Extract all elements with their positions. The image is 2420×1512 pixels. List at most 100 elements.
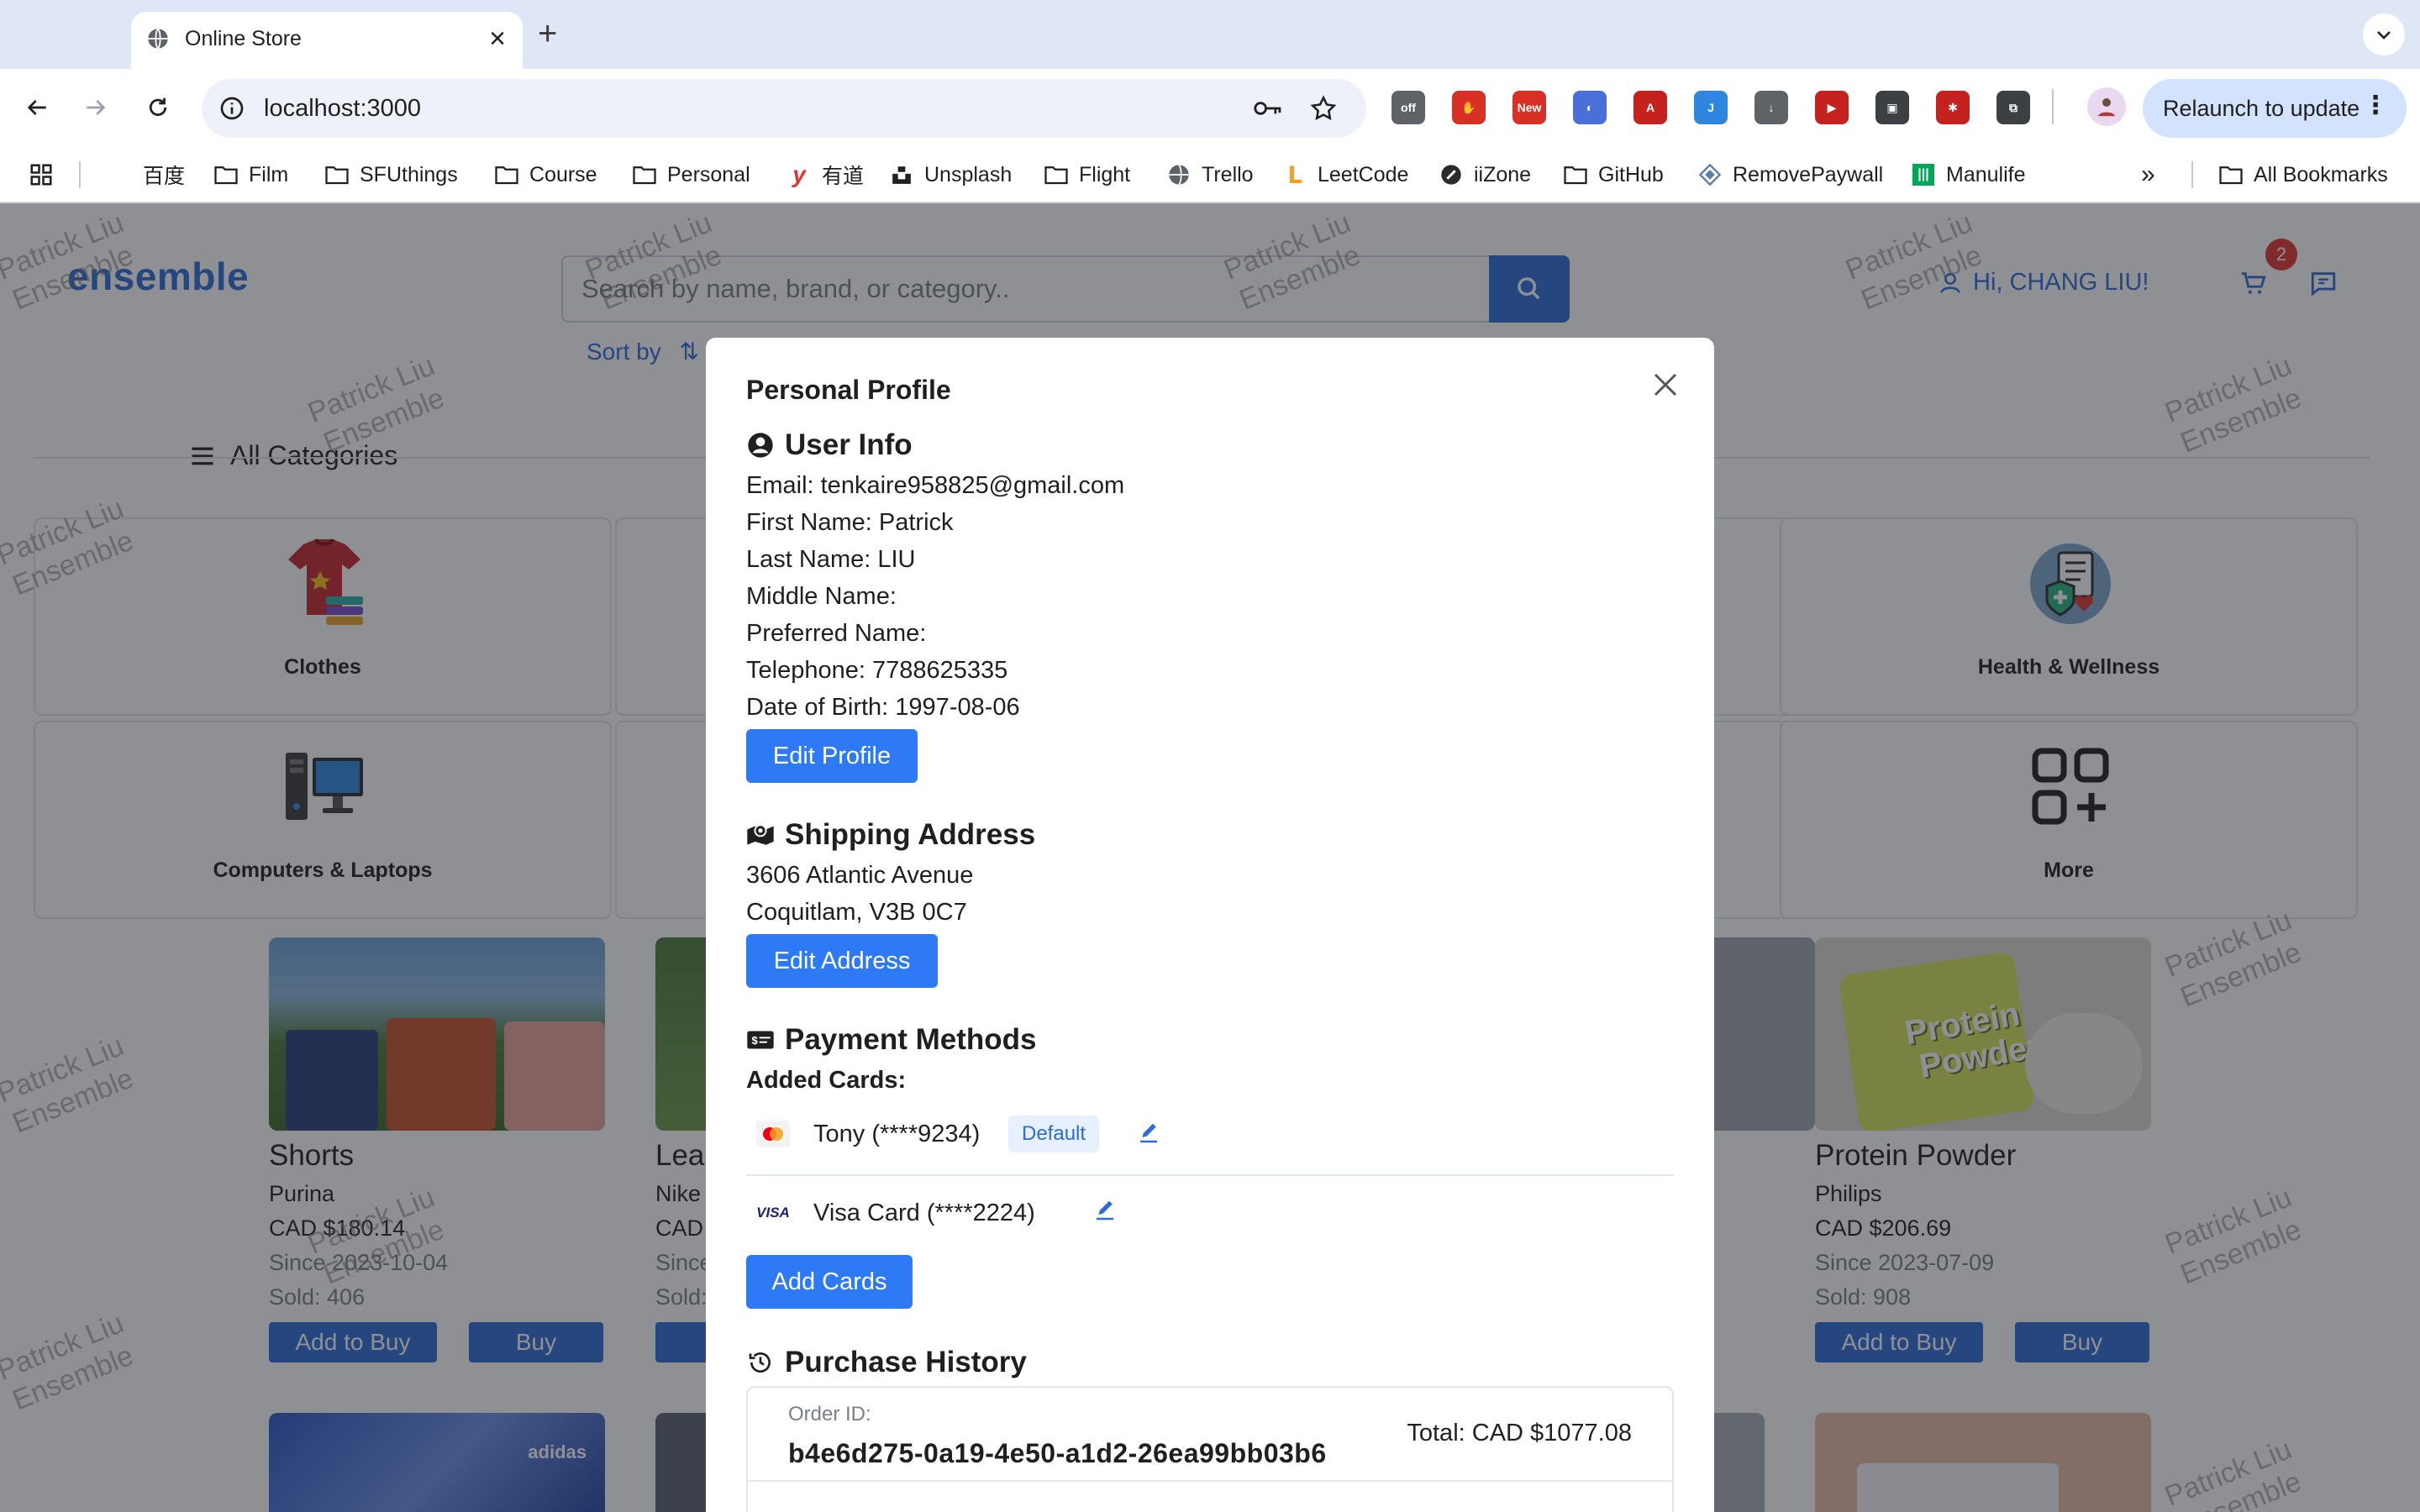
payment-heading: $ Payment Methods [746,1023,1037,1057]
money-check-icon: $ [746,1026,775,1054]
relaunch-button[interactable]: Relaunch to update ⋮ [2143,79,2407,138]
site-info-icon[interactable] [218,95,245,122]
puzzle-ext-icon[interactable]: ⧉ [1996,91,2030,124]
added-cards-label: Added Cards: [746,1067,907,1094]
history-icon [746,1348,775,1377]
new-tab-button[interactable]: + [538,13,557,54]
key-icon[interactable] [1252,95,1284,122]
modal-title: Personal Profile [746,375,951,405]
tab-search-button[interactable] [2363,13,2405,55]
unsplash-icon [889,163,914,186]
bookmark-8[interactable]: Flight [1044,158,1130,192]
visa-text: VISA [756,1205,790,1221]
bookmark-label: GitHub [1598,162,1664,186]
user-last-name: Last Name: LIU [746,546,916,573]
edit-address-button[interactable]: Edit Address [746,934,938,988]
close-icon[interactable] [1650,370,1681,400]
manulife-icon: ||| [1911,163,1936,186]
bookmark-2[interactable]: Film [213,158,288,192]
toolbar-divider [2052,89,2054,124]
card-row-mastercard[interactable]: Tony (****9234) Default [746,1099,1674,1176]
purchase-history-heading: Purchase History [746,1346,1027,1379]
shipping-heading: Shipping Address [746,818,1035,852]
order-id-label: Order ID: [788,1403,871,1425]
bookmark-12[interactable]: GitHub [1563,158,1664,192]
user-first-name: First Name: Patrick [746,509,954,536]
arrow-left-icon [27,100,46,115]
back-button[interactable] [17,87,57,128]
browser-toolbar: localhost:3000 off ✋ New ◐ A J ↓ ▶ ▣ ✱ ⧉ Relaunch … [0,69,2420,146]
personal-profile-modal: Personal Profile User Info Email: tenkai… [706,338,1714,1512]
folder-icon [1044,163,1069,186]
tab-close-icon[interactable]: × [489,24,506,54]
bookmark-9[interactable]: Trello [1166,158,1254,192]
pdf-ext-icon[interactable]: A [1634,91,1667,124]
bookmark-label: LeetCode [1318,162,1409,186]
bookmark-4[interactable]: Course [494,158,597,192]
bookmark-3[interactable]: SFUthings [324,158,458,192]
visa-icon: VISA [756,1200,790,1226]
user-preferred-name: Preferred Name: [746,620,927,647]
bookmark-10[interactable]: ᒪ LeetCode [1282,158,1408,192]
order-divider [748,1480,1672,1482]
pencil-icon[interactable] [1092,1198,1118,1223]
star-icon[interactable] [1309,94,1338,123]
more-menu-icon[interactable]: ⋮ [2363,89,2388,123]
browser-tabstrip: Online Store × + [0,0,2420,69]
reload-button[interactable] [138,87,178,128]
download-ext-icon[interactable]: ↓ [1754,91,1788,124]
youdao-icon: y [792,161,806,187]
bookmark-11[interactable]: iiZone [1439,158,1531,192]
address-line-1: 3606 Atlantic Avenue [746,862,974,889]
card-row-visa[interactable]: VISA Visa Card (****2224) [746,1178,1674,1255]
bookmark-7[interactable]: Unsplash [889,158,1012,192]
bookmarks-overflow-button[interactable]: » [2141,158,2155,192]
bookmark-label: Personal [667,162,750,186]
card-label: Tony (****9234) [813,1121,981,1147]
map-pin-icon [746,821,775,849]
add-cards-button[interactable]: Add Cards [746,1255,913,1309]
leetcode-icon: ᒪ [1287,161,1302,188]
bookmarks-bar: 百度 Film SFUthings Course Personal y 有道 Unsplash… [0,146,2420,203]
payment-heading-text: Payment Methods [785,1023,1037,1056]
bookmark-label: 百度 [143,165,186,188]
iizone-icon [1439,163,1464,186]
purchase-history-heading-text: Purchase History [785,1346,1027,1378]
removepaywall-icon [1697,163,1723,186]
bookmark-5[interactable]: Personal [632,158,750,192]
box-ext-icon[interactable]: ▣ [1876,91,1909,124]
reload-icon [149,97,167,116]
bookmark-label: Trello [1202,162,1254,186]
user-info-heading: User Info [746,428,913,462]
address-bar[interactable]: localhost:3000 [202,79,1366,138]
bookmark-label: 有道 [822,165,865,188]
tab-title: Online Store [185,27,302,50]
edit-profile-button[interactable]: Edit Profile [746,729,918,783]
bookmark-label: Film [249,162,289,186]
svg-text:$: $ [752,1034,759,1047]
pencil-icon[interactable] [1136,1121,1161,1146]
bookmark-13[interactable]: RemovePaywall [1697,158,1883,192]
apps-button[interactable] [29,158,54,192]
default-badge: Default [1008,1116,1100,1152]
off-ext-icon[interactable]: off [1392,91,1425,124]
bookmark-1[interactable]: 百度 [143,158,185,192]
adblock-ext-icon[interactable]: ✋ [1452,91,1486,124]
curve-ext-icon[interactable]: J [1694,91,1728,124]
bookmark-6[interactable]: y 有道 [786,158,864,192]
folder-icon [324,163,350,186]
url-text[interactable]: localhost:3000 [264,92,421,124]
profile-avatar[interactable] [2087,87,2126,126]
arrow-right-icon [87,100,106,115]
order-card[interactable]: Order ID: b4e6d275-0a19-4e50-a1d2-26ea99… [746,1386,1674,1512]
browser-tab[interactable]: Online Store × [131,12,523,69]
chevron-down-icon [2377,31,2391,39]
new-ext-icon[interactable]: New [1512,91,1546,124]
moon-ext-icon[interactable]: ◐ [1573,91,1607,124]
youtube-ext-icon[interactable]: ▶ [1815,91,1849,124]
user-email: Email: tenkaire958825@gmail.com [746,472,1125,499]
bookmark-14[interactable]: ||| Manulife [1911,158,2026,192]
forward-button[interactable] [76,87,116,128]
all-bookmarks-button[interactable]: All Bookmarks [2218,158,2388,192]
bug-ext-icon[interactable]: ✱ [1936,91,1970,124]
